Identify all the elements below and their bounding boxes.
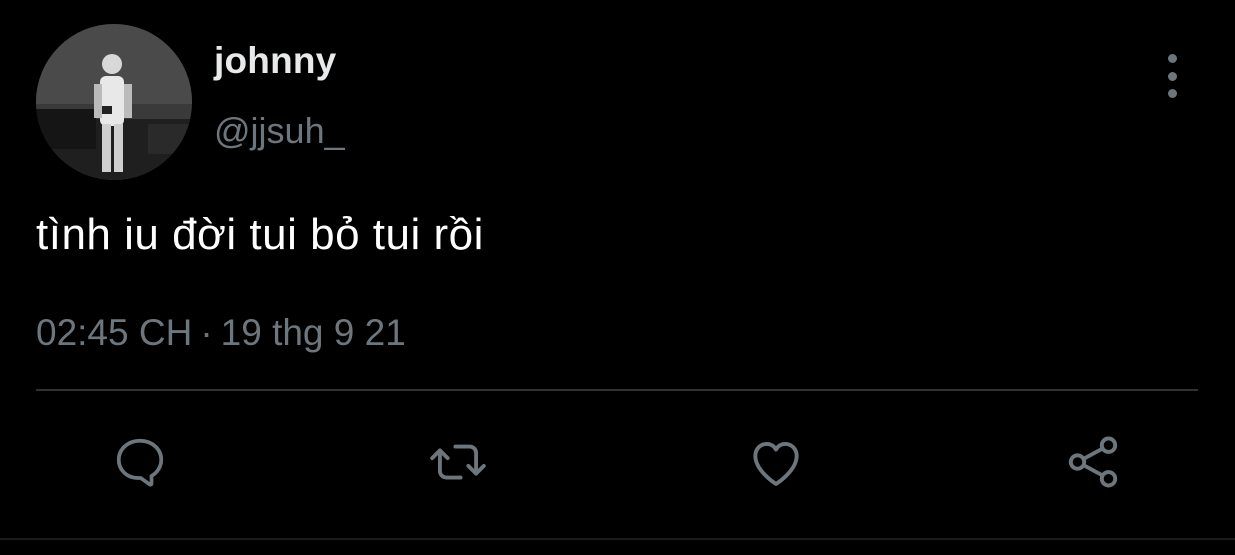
divider [36,389,1198,391]
avatar[interactable] [36,24,192,180]
like-button[interactable] [744,430,808,494]
heart-icon [753,441,799,486]
share-icon [1068,436,1118,488]
timestamp-separator: · [200,312,213,353]
tweet-text: tình iu đời tui bỏ tui rồi [36,210,484,259]
user-handle[interactable]: @jjsuh_ [214,110,345,152]
reply-button[interactable] [108,430,172,494]
more-dot [1167,71,1177,81]
more-options-button[interactable] [1152,54,1192,98]
retweet-button[interactable] [426,430,490,494]
share-button[interactable] [1061,430,1125,494]
tweet-time: 02:45 CH [36,312,193,353]
more-dot [1167,89,1177,98]
more-vertical-icon [1167,54,1177,63]
display-name[interactable]: johnny [214,40,336,82]
reply-icon [116,438,164,487]
tweet-timestamp[interactable]: 02:45 CH · 19 thg 9 21 [36,312,406,354]
bottom-divider [0,538,1235,540]
tweet-detail: johnny @jjsuh_ tình iu đời tui bỏ tui rồ… [0,0,1235,555]
tweet-date: 19 thg 9 21 [220,312,406,353]
retweet-icon [430,444,486,480]
avatar-photo [36,24,192,180]
